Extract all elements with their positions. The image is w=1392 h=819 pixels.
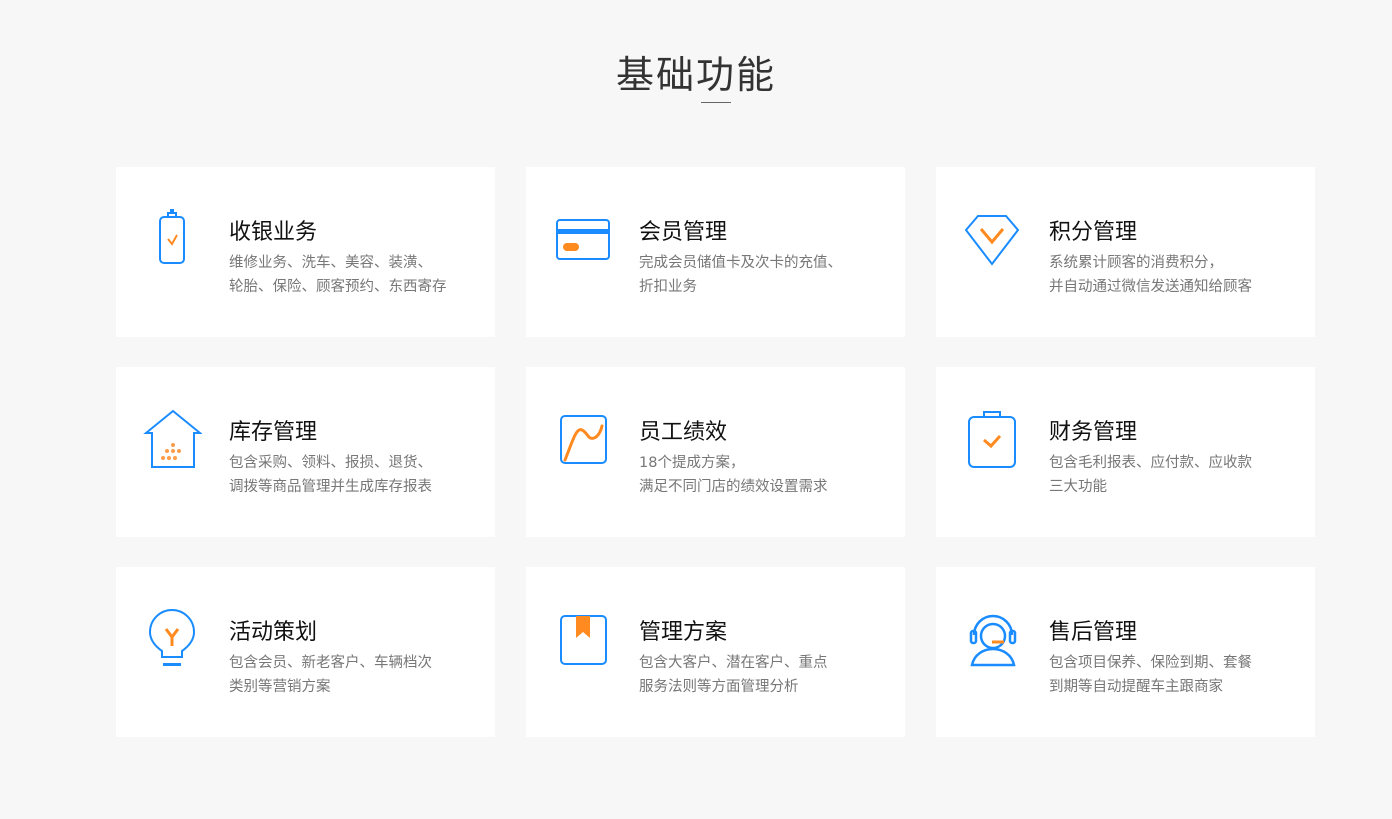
feature-desc: 包含大客户、潜在客户、重点 服务法则等方面管理分析: [639, 655, 828, 695]
feature-desc: 包含采购、领料、报损、退货、 调拨等商品管理并生成库存报表: [229, 455, 432, 495]
feature-title: 收银业务: [229, 220, 318, 245]
feature-title: 库存管理: [229, 420, 318, 445]
feature-grid: 收银业务 维修业务、洗车、美容、装潢、 轮胎、保险、顾客预约、东西寄存 会员管理 …: [116, 167, 1315, 737]
feature-card[interactable]: 管理方案 包含大客户、潜在客户、重点 服务法则等方面管理分析: [526, 567, 905, 737]
card-icon: [556, 219, 610, 260]
feature-card[interactable]: 财务管理 包含毛利报表、应付款、应收款 三大功能: [936, 367, 1315, 537]
title-divider: [701, 102, 731, 103]
bulb-icon: [148, 609, 196, 666]
feature-title: 积分管理: [1049, 220, 1138, 245]
feature-card[interactable]: 售后管理 包含项目保养、保险到期、套餐 到期等自动提醒车主跟商家: [936, 567, 1315, 737]
feature-desc: 包含会员、新老客户、车辆档次 类别等营销方案: [229, 655, 432, 695]
feature-title: 售后管理: [1049, 620, 1138, 645]
feature-desc: 完成会员储值卡及次卡的充值、 折扣业务: [639, 255, 842, 295]
feature-desc: 维修业务、洗车、美容、装潢、 轮胎、保险、顾客预约、东西寄存: [229, 255, 447, 295]
feature-title: 员工绩效: [639, 420, 728, 445]
feature-desc: 18个提成方案， 满足不同门店的绩效设置需求: [639, 455, 828, 495]
chart-icon: [560, 415, 607, 464]
feature-card[interactable]: 积分管理 系统累计顾客的消费积分， 并自动通过微信发送通知给顾客: [936, 167, 1315, 337]
feature-desc: 包含毛利报表、应付款、应收款 三大功能: [1049, 455, 1252, 495]
feature-card[interactable]: 活动策划 包含会员、新老客户、车辆档次 类别等营销方案: [116, 567, 495, 737]
feature-card[interactable]: 收银业务 维修业务、洗车、美容、装潢、 轮胎、保险、顾客预约、东西寄存: [116, 167, 495, 337]
phone-check-icon: [159, 209, 185, 264]
bookmark-icon: [560, 615, 607, 665]
feature-title: 财务管理: [1049, 420, 1138, 445]
feature-card[interactable]: 会员管理 完成会员储值卡及次卡的充值、 折扣业务: [526, 167, 905, 337]
headset-icon: [969, 614, 1017, 667]
warehouse-icon: [143, 409, 202, 468]
feature-desc: 包含项目保养、保险到期、套餐 到期等自动提醒车主跟商家: [1049, 655, 1252, 695]
clipboard-check-icon: [968, 411, 1016, 468]
feature-card[interactable]: 库存管理 包含采购、领料、报损、退货、 调拨等商品管理并生成库存报表: [116, 367, 495, 537]
diamond-icon: [964, 215, 1020, 266]
feature-title: 活动策划: [229, 620, 318, 645]
section-title: 基础功能: [615, 53, 776, 97]
feature-desc: 系统累计顾客的消费积分， 并自动通过微信发送通知给顾客: [1049, 255, 1252, 295]
feature-title: 会员管理: [639, 220, 728, 245]
feature-card[interactable]: 员工绩效 18个提成方案， 满足不同门店的绩效设置需求: [526, 367, 905, 537]
feature-title: 管理方案: [639, 620, 728, 645]
